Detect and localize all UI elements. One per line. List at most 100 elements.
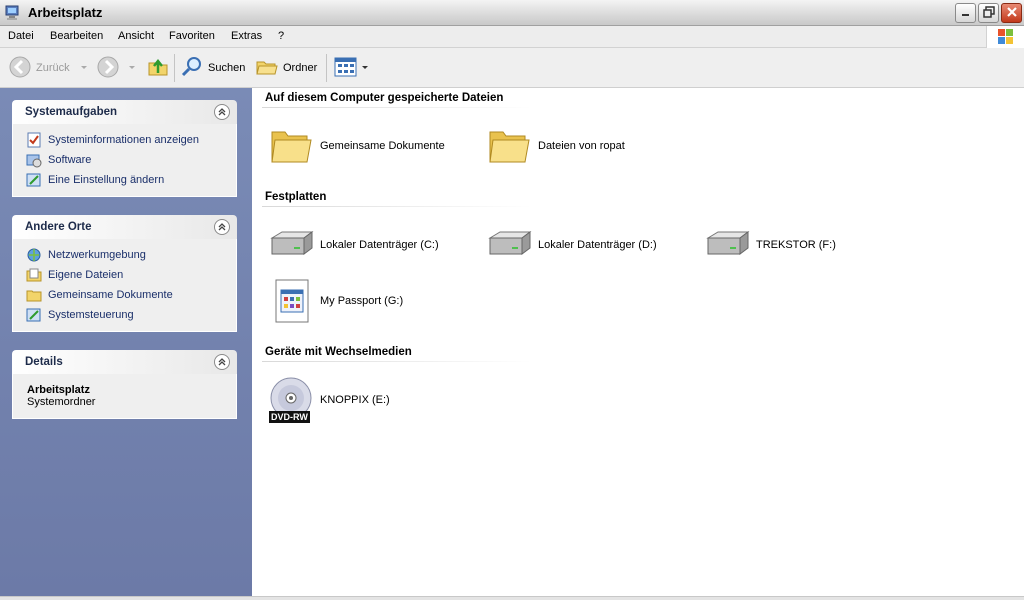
toolbar-separator [326,54,327,82]
application-icon [268,278,314,324]
group-title-hard-disks: Festplatten [265,191,327,203]
system-info-icon [26,132,42,148]
collapse-icon[interactable] [214,219,230,235]
group-divider [262,107,532,108]
software-icon [26,152,42,168]
folder-icon [26,287,42,303]
dvd-rw-badge: DVD-RW [269,411,310,423]
group-title-removable: Geräte mit Wechselmedien [265,346,412,358]
network-icon [26,247,42,263]
folder-icon [486,123,532,169]
other-places-body: Netzwerkumgebung Eigene Dateien Gemeinsa… [12,239,237,332]
item-label: My Passport (G:) [320,295,404,307]
link-label: Systemsteuerung [48,309,134,321]
details-body: Arbeitsplatz Systemordner [12,374,237,419]
control-panel-icon [26,172,42,188]
back-arrow-icon [8,55,32,82]
item-drive-g[interactable]: My Passport (G:) [268,277,403,325]
close-button[interactable] [1001,3,1022,23]
item-user-files[interactable]: Dateien von ropat [486,122,625,170]
item-shared-documents[interactable]: Gemeinsame Dokumente [268,122,445,170]
details-header[interactable]: Details [12,350,237,374]
link-control-panel[interactable]: Systemsteuerung [13,305,236,325]
item-drive-d[interactable]: Lokaler Datenträger (D:) [486,221,657,269]
item-drive-c[interactable]: Lokaler Datenträger (C:) [268,221,439,269]
forward-button[interactable] [96,54,136,82]
windows-logo [986,26,1024,48]
link-label: Netzwerkumgebung [48,249,146,261]
item-label: Gemeinsame Dokumente [320,140,445,152]
folder-icon [268,123,314,169]
view-grid-icon [334,56,358,81]
item-label: Lokaler Datenträger (D:) [538,239,657,251]
control-panel-icon [26,307,42,323]
link-network[interactable]: Netzwerkumgebung [13,245,236,265]
system-tasks-body: Systeminformationen anzeigen Software Ei… [12,124,237,197]
content-area: Auf diesem Computer gespeicherte Dateien… [252,88,1024,596]
restore-button[interactable] [978,3,999,23]
minimize-button[interactable] [955,3,976,23]
system-tasks-panel: Systemaufgaben Systeminformationen anzei… [12,100,237,197]
details-title: Details [25,356,63,368]
forward-arrow-icon [96,55,120,82]
menu-ansicht[interactable]: Ansicht [118,30,154,42]
menu-help[interactable]: ? [278,30,284,42]
other-places-title: Andere Orte [25,221,92,233]
menu-extras[interactable]: Extras [231,30,262,42]
link-label: Eine Einstellung ändern [48,174,165,186]
toolbar-separator [174,54,175,82]
menu-favoriten[interactable]: Favoriten [169,30,215,42]
status-bar [0,596,1024,600]
link-software[interactable]: Software [13,150,236,170]
search-label: Suchen [208,62,246,74]
back-button[interactable]: Zurück [8,54,88,82]
other-places-header[interactable]: Andere Orte [12,215,237,239]
collapse-icon[interactable] [214,104,230,120]
dvd-drive-icon: DVD-RW [268,377,314,423]
details-panel: Details Arbeitsplatz Systemordner [12,350,237,419]
link-my-documents[interactable]: Eigene Dateien [13,265,236,285]
menu-bar: Datei Bearbeiten Ansicht Favoriten Extra… [0,26,1024,48]
dropdown-arrow-icon[interactable] [80,62,88,74]
item-label: KNOPPIX (E:) [320,394,390,406]
folders-button[interactable]: Ordner [255,54,317,82]
link-system-info[interactable]: Systeminformationen anzeigen [13,130,236,150]
up-folder-button[interactable] [146,54,170,82]
collapse-icon[interactable] [214,354,230,370]
menu-bearbeiten[interactable]: Bearbeiten [50,30,103,42]
link-label: Systeminformationen anzeigen [48,134,200,146]
link-label: Software [48,154,92,166]
folders-label: Ordner [283,62,318,74]
system-tasks-header[interactable]: Systemaufgaben [12,100,237,124]
task-pane: Systemaufgaben Systeminformationen anzei… [0,88,252,596]
computer-icon [4,4,22,22]
group-divider [262,361,532,362]
group-divider [262,206,532,207]
documents-icon [26,267,42,283]
hard-drive-icon [268,222,314,268]
group-title-files: Auf diesem Computer gespeicherte Dateien [265,92,504,104]
search-button[interactable]: Suchen [180,54,245,82]
views-button[interactable] [334,54,369,82]
hard-drive-icon [704,222,750,268]
search-icon [180,55,204,82]
dropdown-arrow-icon[interactable] [128,62,136,74]
system-tasks-title: Systemaufgaben [25,106,118,118]
restore-icon [982,5,995,21]
menu-datei[interactable]: Datei [8,30,34,42]
link-shared-documents[interactable]: Gemeinsame Dokumente [13,285,236,305]
toolbar: Zurück Suchen Ordner [0,48,1024,88]
close-icon [1006,6,1018,21]
details-name: Arbeitsplatz [27,384,90,396]
dropdown-arrow-icon[interactable] [361,62,369,74]
item-drive-f[interactable]: TREKSTOR (F:) [704,221,836,269]
item-drive-e[interactable]: DVD-RW KNOPPIX (E:) [268,376,390,424]
item-label: TREKSTOR (F:) [756,239,836,251]
minimize-icon [961,7,971,20]
back-label: Zurück [36,62,70,74]
hard-drive-icon [486,222,532,268]
up-folder-icon [146,55,170,82]
window-title: Arbeitsplatz [28,5,103,20]
details-subtitle: Systemordner [27,396,96,408]
link-change-setting[interactable]: Eine Einstellung ändern [13,170,236,190]
